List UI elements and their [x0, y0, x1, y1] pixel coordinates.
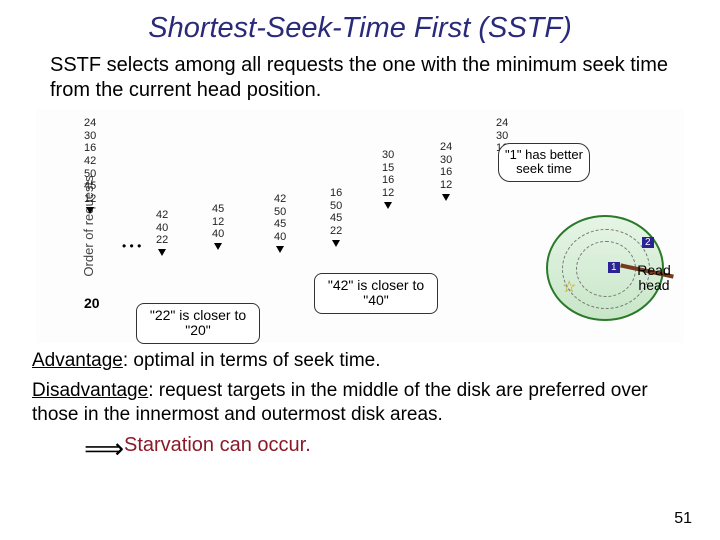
request-column-6: 24301612: [440, 141, 452, 201]
col5-values: 30151612: [382, 149, 394, 200]
col0-values: 24301642504512: [84, 117, 96, 205]
advantage-line: Advantage: optimal in terms of seek time…: [32, 349, 688, 373]
advantage-label: Advantage: [32, 350, 123, 371]
request-column-5: 30151612: [382, 149, 394, 209]
sstf-diagram: Order of requests 24301642504512 424022 …: [36, 109, 684, 343]
arrow-down-icon: [158, 249, 166, 256]
seek-time-bubble: "1" has better seek time: [498, 143, 590, 182]
request-column-0: 24301642504512: [84, 117, 96, 214]
request-column-2: 451240: [212, 203, 224, 250]
callout-22: "22" is closer to "20": [136, 303, 260, 344]
arrow-down-icon: [442, 194, 450, 201]
arrow-down-icon: [276, 246, 284, 253]
col3-values: 42504540: [274, 193, 286, 244]
implies-arrow-icon: ⟹: [84, 432, 124, 465]
last-value: 20: [84, 295, 100, 311]
arrow-down-icon: [214, 243, 222, 250]
ellipsis: • • •: [122, 239, 141, 253]
page-number: 51: [674, 510, 692, 528]
request-column-3: 42504540: [274, 193, 286, 253]
col6-values: 24301612: [440, 141, 452, 192]
arrow-down-icon: [384, 202, 392, 209]
star-icon: ☆: [562, 277, 576, 297]
col1-values: 424022: [156, 209, 168, 247]
arrow-down-icon: [86, 207, 94, 214]
page-title: Shortest-Seek-Time First (SSTF): [0, 0, 720, 45]
read-head-label: Read head: [630, 263, 678, 294]
advantage-text: : optimal in terms of seek time.: [123, 350, 381, 371]
starvation-line: ⟹ Starvation can occur.: [124, 434, 720, 457]
request-column-1: 424022: [156, 209, 168, 256]
col2-values: 451240: [212, 203, 224, 241]
disadvantage-line: Disadvantage: request targets in the mid…: [32, 379, 688, 427]
position-tag-1: 1: [608, 262, 620, 273]
position-tag-2: 2: [642, 237, 654, 248]
request-column-4: 16504522: [330, 187, 342, 247]
starvation-text: Starvation can occur.: [124, 434, 311, 456]
col4-values: 16504522: [330, 187, 342, 238]
callout-42: "42" is closer to "40": [314, 273, 438, 314]
arrow-down-icon: [332, 240, 340, 247]
disadvantage-label: Disadvantage: [32, 380, 148, 401]
intro-text: SSTF selects among all requests the one …: [50, 53, 680, 103]
